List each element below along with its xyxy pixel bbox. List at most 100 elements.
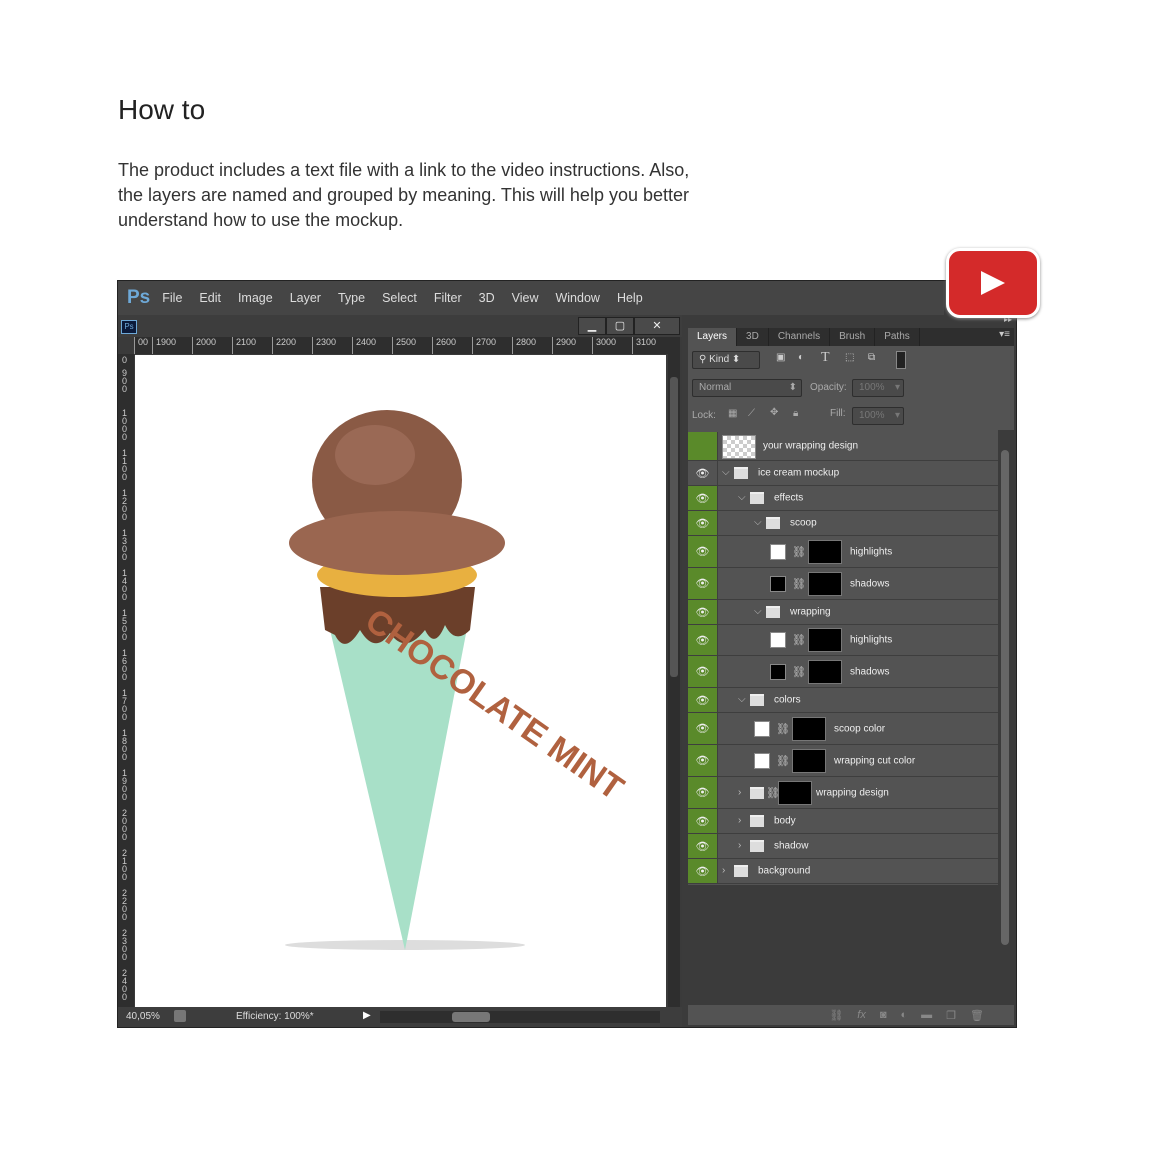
layer-row[interactable]: 👁︎ ⛓ highlights [688, 625, 998, 656]
new-group-icon[interactable]: ▬ [921, 1009, 932, 1021]
chevron-down-icon[interactable]: ⌵ [754, 606, 762, 617]
eye-icon[interactable]: 👁︎ [688, 600, 718, 624]
layer-row[interactable]: 👁︎ ⌵ wrapping [688, 600, 998, 625]
menu-window[interactable]: Window [555, 291, 599, 305]
type-filter-icon[interactable]: T [821, 350, 830, 366]
fill-input[interactable]: 100% ▾ [852, 407, 904, 425]
layers-scrollbar[interactable] [998, 430, 1012, 1005]
lock-transparent-icon[interactable]: ▦ [728, 408, 737, 419]
chevron-down-icon[interactable]: ⌵ [722, 467, 730, 478]
eye-icon[interactable]: 👁︎ [688, 486, 718, 510]
fx-icon[interactable]: fx [857, 1009, 866, 1021]
eye-icon[interactable]: 👁︎ [688, 625, 718, 655]
new-adjustment-icon[interactable]: ◐ [901, 1009, 908, 1021]
add-mask-icon[interactable]: ◙ [880, 1009, 887, 1021]
eye-icon[interactable]: 👁︎ [688, 777, 718, 808]
eye-icon[interactable]: 👁︎ [688, 859, 718, 883]
link-icon[interactable]: ⛓ [792, 545, 806, 558]
link-icon[interactable]: ⛓ [792, 634, 806, 647]
link-layers-icon[interactable]: ⛓ [829, 1009, 843, 1022]
shape-filter-icon[interactable]: ⬚ [845, 352, 854, 363]
lock-position-icon[interactable]: ✥ [770, 407, 778, 418]
panel-menu-icon[interactable]: ▾≡ [999, 329, 1010, 340]
chevron-right-icon[interactable]: › [738, 815, 741, 826]
layer-row[interactable]: 👁︎ ⌵ colors [688, 688, 998, 713]
info-icon[interactable] [174, 1010, 186, 1022]
eye-icon[interactable]: 👁︎ [688, 536, 718, 567]
eye-icon[interactable]: 👁︎ [688, 656, 718, 687]
tab-channels[interactable]: Channels [769, 328, 831, 346]
layer-row[interactable]: 👁︎ ⛓ wrapping cut color [688, 745, 998, 777]
menu-edit[interactable]: Edit [199, 291, 221, 305]
chevron-right-icon[interactable]: › [722, 865, 725, 876]
opacity-input[interactable]: 100% ▾ [852, 379, 904, 397]
menu-type[interactable]: Type [338, 291, 365, 305]
layer-row[interactable]: 👁︎ ⛓ scoop color [688, 713, 998, 745]
eye-icon[interactable]: 👁︎ [688, 713, 718, 744]
layer-row[interactable]: 👁︎ ⛓ shadows [688, 656, 998, 688]
layer-row[interactable]: 👁︎ ⛓ shadows [688, 568, 998, 600]
lock-all-icon[interactable]: 🔒︎ [793, 408, 798, 419]
tab-paths[interactable]: Paths [875, 328, 920, 346]
link-icon[interactable]: ⛓ [776, 722, 790, 735]
tab-brush[interactable]: Brush [830, 328, 876, 346]
eye-icon[interactable]: 👁︎ [688, 745, 718, 776]
menu-layer[interactable]: Layer [290, 291, 321, 305]
zoom-level[interactable]: 40,05% [126, 1011, 160, 1022]
chevron-right-icon[interactable]: › [738, 786, 741, 797]
link-icon[interactable]: ⛓ [792, 665, 806, 678]
layer-row[interactable]: your wrapping design [688, 432, 998, 461]
layer-name: colors [774, 694, 801, 706]
ruler-tick-label: 1500 [122, 608, 128, 642]
close-button[interactable]: ✕ [634, 317, 680, 335]
ruler-tick-label: 1600 [122, 648, 128, 682]
eye-icon[interactable]: 👁︎ [688, 809, 718, 833]
new-layer-icon[interactable]: ❐ [946, 1009, 956, 1022]
trash-icon[interactable]: 🗑︎ [970, 1009, 984, 1022]
eye-icon[interactable]: 👁︎ [688, 688, 718, 712]
eye-icon[interactable]: 👁︎ [688, 834, 718, 858]
adjustment-filter-icon[interactable]: ◐ [798, 352, 804, 363]
canvas[interactable]: CHOCOLATE MINT [135, 355, 666, 1007]
layer-row[interactable]: 👁︎ ⌵ effects [688, 486, 998, 511]
eye-icon[interactable]: 👁︎ [688, 461, 718, 485]
youtube-play-button[interactable] [946, 248, 1040, 318]
horizontal-scrollbar[interactable] [380, 1011, 660, 1023]
tab-layers[interactable]: Layers [688, 328, 738, 346]
link-icon[interactable]: ⛓ [792, 577, 806, 590]
layer-row[interactable]: 👁︎ › shadow [688, 834, 998, 859]
filter-toggle[interactable] [896, 351, 906, 369]
menu-3d[interactable]: 3D [479, 291, 495, 305]
filter-kind-select[interactable]: ⚲ Kind ⬍ [692, 351, 760, 369]
eye-icon[interactable]: 👁︎ [688, 511, 718, 535]
chevron-down-icon[interactable]: ⌵ [738, 492, 746, 503]
chevron-down-icon[interactable]: ⌵ [754, 517, 762, 528]
chevron-down-icon[interactable]: ⌵ [738, 694, 746, 705]
menu-filter[interactable]: Filter [434, 291, 462, 305]
smart-object-filter-icon[interactable]: ⧉ [868, 352, 875, 363]
menu-image[interactable]: Image [238, 291, 273, 305]
layer-row[interactable]: 👁︎ ⛓ highlights [688, 536, 998, 568]
chevron-right-icon[interactable]: › [738, 840, 741, 851]
menu-file[interactable]: File [162, 291, 182, 305]
pixel-filter-icon[interactable]: ▣ [776, 352, 785, 363]
tab-3d[interactable]: 3D [737, 328, 769, 346]
menu-help[interactable]: Help [617, 291, 643, 305]
layer-row[interactable]: 👁︎ › background [688, 859, 998, 884]
folder-icon [750, 840, 764, 852]
link-icon[interactable]: ⛓ [776, 754, 790, 767]
blend-mode-select[interactable]: Normal ⬍ [692, 379, 802, 397]
visibility-toggle[interactable] [688, 432, 718, 460]
menu-select[interactable]: Select [382, 291, 417, 305]
vertical-scrollbar[interactable] [668, 337, 680, 1007]
layer-row[interactable]: 👁︎ › ⛓ wrapping design [688, 777, 998, 809]
eye-icon[interactable]: 👁︎ [688, 568, 718, 599]
status-menu-arrow-icon[interactable]: ▶ [363, 1010, 371, 1021]
layer-row[interactable]: 👁︎ › body [688, 809, 998, 834]
layer-row[interactable]: 👁︎ ⌵ scoop [688, 511, 998, 536]
lock-paint-icon[interactable]: ⟋ [748, 408, 755, 419]
minimize-button[interactable]: ▁ [578, 317, 606, 335]
menu-view[interactable]: View [512, 291, 539, 305]
layer-row[interactable]: 👁︎ ⌵ ice cream mockup [688, 461, 998, 486]
maximize-button[interactable]: ▢ [606, 317, 634, 335]
